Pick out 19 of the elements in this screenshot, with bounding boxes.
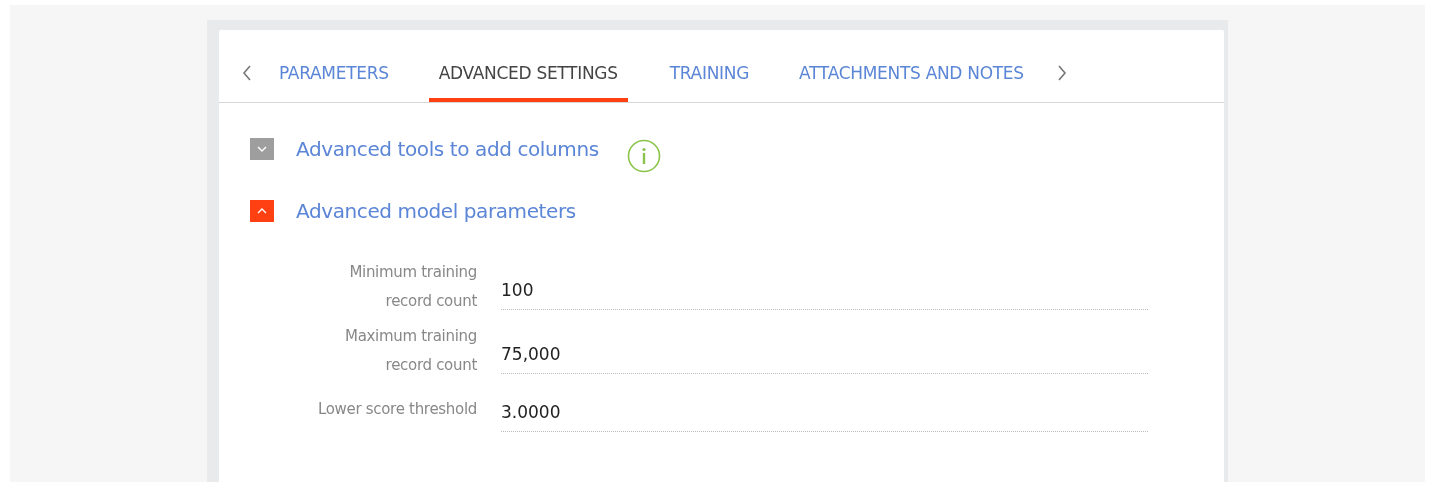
expand-toggle[interactable] [250, 200, 274, 222]
tab[interactable]: TRAINING [669, 58, 750, 102]
info-icon[interactable] [626, 139, 661, 173]
tab[interactable]: ATTACHMENTS AND NOTES [799, 58, 1024, 102]
chevron-left-icon [241, 64, 253, 82]
chevron-up-icon [257, 208, 267, 214]
field-label: Maximum training record count [344, 326, 477, 376]
chevron-right-icon [1055, 64, 1068, 82]
input-field[interactable]: 100 [501, 280, 1148, 310]
expand-toggle[interactable] [250, 138, 274, 160]
field-label: Minimum training record count [348, 262, 477, 312]
section-title[interactable]: Advanced model parameters [296, 199, 576, 223]
section-title[interactable]: Advanced tools to add columns [296, 137, 599, 161]
chevron-down-icon [257, 146, 267, 152]
field-label: Lower score threshold [316, 398, 477, 420]
tab[interactable]: ADVANCED SETTINGS [428, 58, 628, 102]
tab[interactable]: PARAMETERS [279, 58, 389, 102]
input-field[interactable]: 3.0000 [501, 402, 1148, 432]
input-field[interactable]: 75,000 [501, 344, 1148, 374]
